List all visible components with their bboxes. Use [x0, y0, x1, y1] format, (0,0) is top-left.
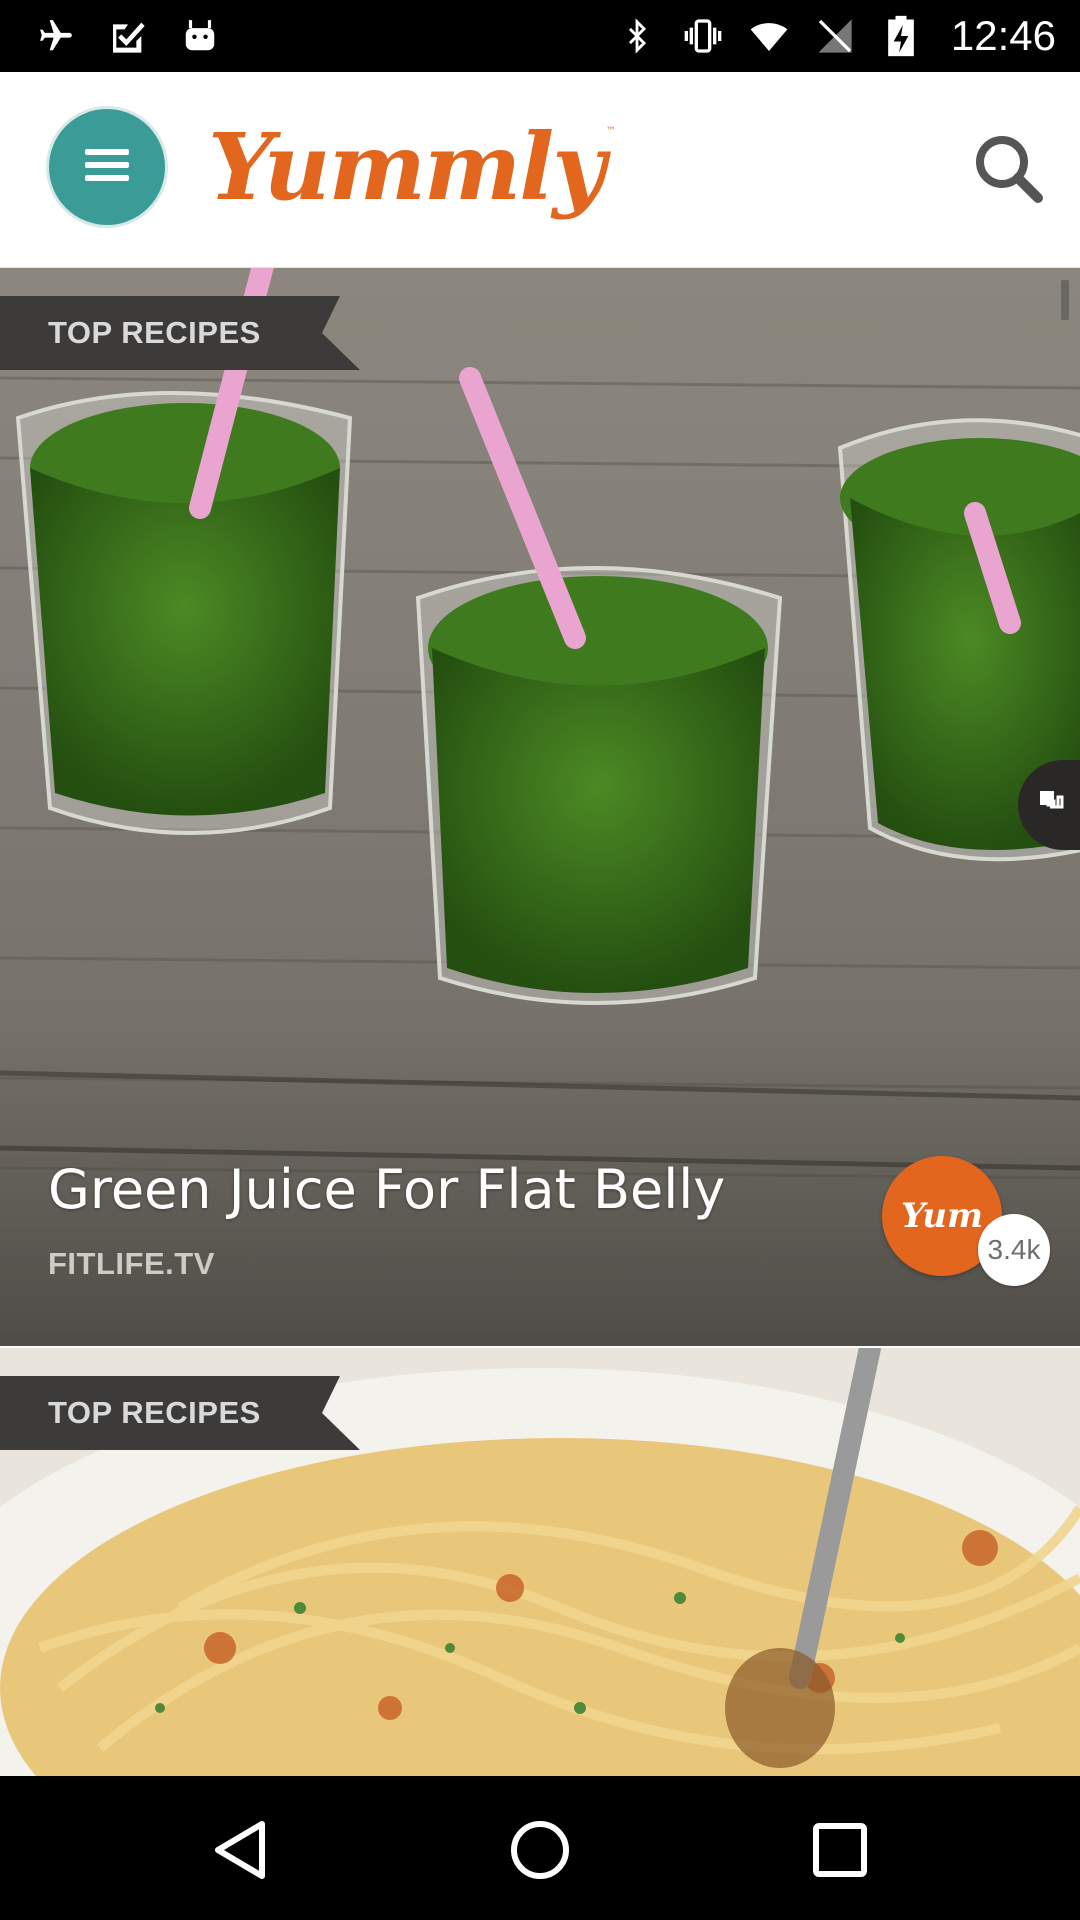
recents-icon — [812, 1822, 868, 1883]
top-recipes-tag: TOP RECIPES — [0, 1376, 360, 1450]
vibrate-icon — [681, 14, 725, 58]
tag-label: TOP RECIPES — [48, 1395, 261, 1430]
logo-trademark: ™ — [605, 125, 616, 137]
bluetooth-icon — [615, 14, 659, 58]
yummly-logo: Yummly ™ — [208, 112, 616, 222]
system-nav-bar — [0, 1776, 1080, 1920]
yum-count-badge: 3.4k — [978, 1214, 1050, 1286]
recipe-source[interactable]: FITLIFE.TV — [48, 1246, 215, 1282]
airplane-mode-icon — [34, 14, 78, 58]
home-icon — [508, 1818, 572, 1887]
search-icon — [968, 136, 1050, 214]
battery-charging-icon — [879, 14, 923, 58]
recipe-feed[interactable]: TOP RECIPES Green Juice For Flat Belly F… — [0, 268, 1080, 1776]
status-clock: 12:46 — [950, 12, 1056, 59]
tag-label: TOP RECIPES — [48, 315, 261, 350]
logo-text: Yummly — [208, 113, 606, 221]
wifi-icon — [747, 14, 791, 58]
android-icon — [178, 14, 222, 58]
menu-button[interactable] — [46, 106, 168, 228]
no-signal-icon — [813, 14, 857, 58]
app-header: Yummly ™ — [0, 72, 1080, 269]
recipe-card[interactable]: TOP RECIPES — [0, 1348, 1080, 1776]
hamburger-menu-icon — [85, 147, 129, 188]
home-button[interactable] — [500, 1812, 580, 1892]
back-icon — [210, 1818, 270, 1887]
yum-label: Yum — [900, 1196, 983, 1236]
scroll-indicator[interactable] — [1061, 280, 1069, 320]
recipe-card[interactable]: TOP RECIPES Green Juice For Flat Belly F… — [0, 268, 1080, 1346]
collection-icon — [1038, 789, 1066, 822]
back-button[interactable] — [200, 1812, 280, 1892]
recents-button[interactable] — [800, 1812, 880, 1892]
task-check-icon — [106, 14, 150, 58]
top-recipes-tag: TOP RECIPES — [0, 296, 360, 370]
search-button[interactable] — [968, 128, 1050, 210]
recipe-title[interactable]: Green Juice For Flat Belly — [48, 1158, 725, 1221]
status-bar: 12:46 — [0, 0, 1080, 72]
